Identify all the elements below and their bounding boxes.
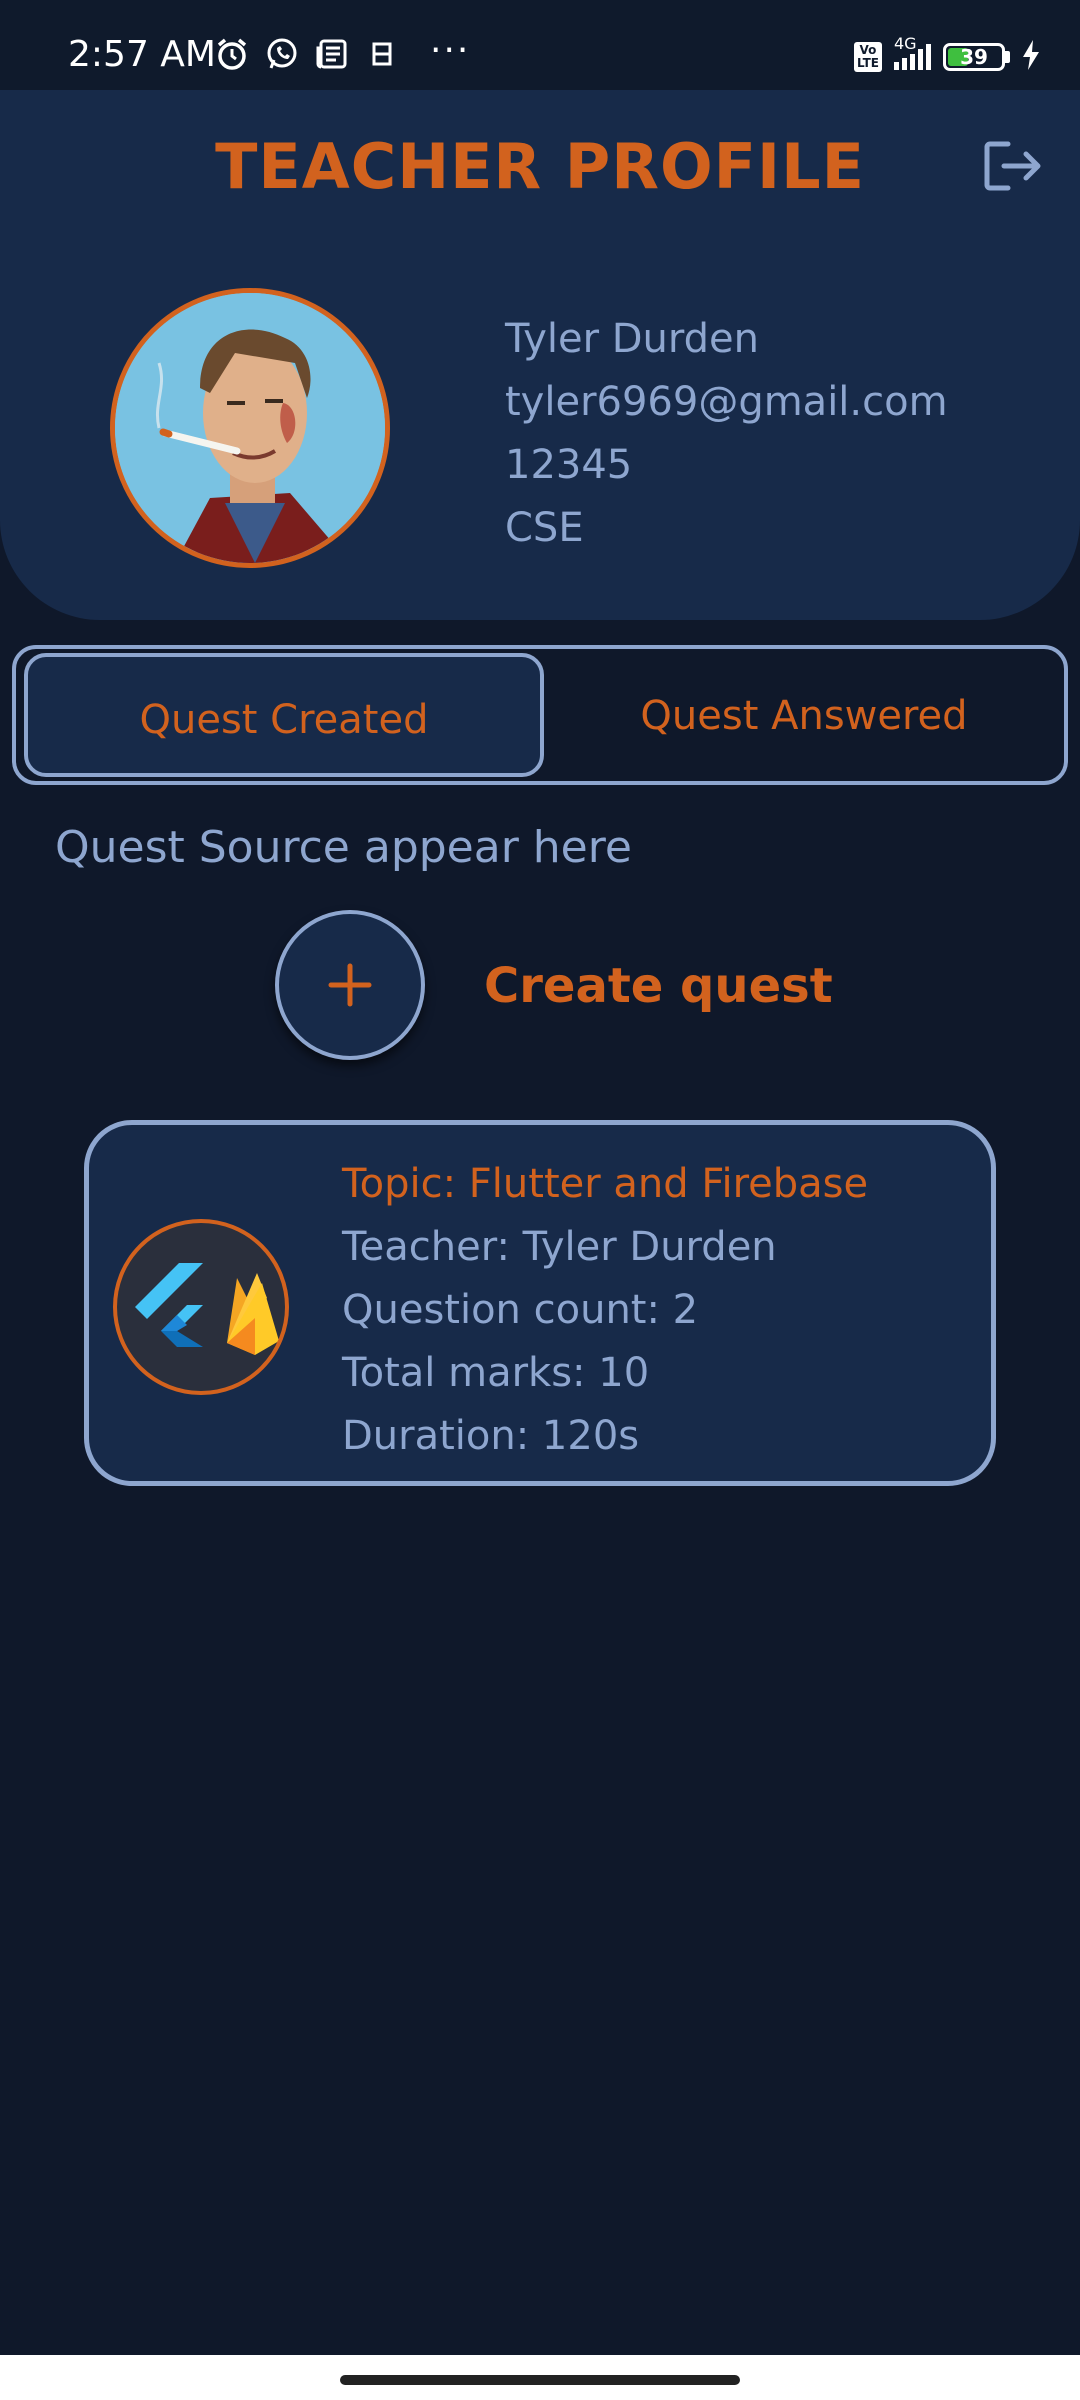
create-quest-button[interactable] xyxy=(275,910,425,1060)
quest-duration: Duration: 120s xyxy=(342,1413,640,1459)
avatar-portrait xyxy=(115,293,385,563)
network-type: 4G xyxy=(894,34,917,53)
status-time: 2:57 AM xyxy=(68,34,216,75)
profile-department: CSE xyxy=(505,505,584,551)
system-navigation-bar xyxy=(0,2355,1080,2400)
quest-topic: Topic: Flutter and Firebase xyxy=(342,1161,869,1207)
create-quest-label[interactable]: Create quest xyxy=(484,958,833,1014)
whatsapp-icon xyxy=(264,36,300,72)
profile-header: TEACHER PROFILE Tyler Durden tyler6969@g… xyxy=(0,90,1080,620)
charging-icon xyxy=(1022,40,1040,74)
alarm-icon xyxy=(214,36,250,72)
profile-email: tyler6969@gmail.com xyxy=(505,379,948,425)
quest-tabs: Quest Created Quest Answered xyxy=(12,645,1068,785)
tab-quest-answered[interactable]: Quest Answered xyxy=(548,653,1060,777)
tab-quest-created-label: Quest Created xyxy=(139,697,429,743)
tab-quest-created[interactable]: Quest Created xyxy=(24,653,544,777)
tab-quest-answered-label: Quest Answered xyxy=(640,693,968,739)
page-title: TEACHER PROFILE xyxy=(215,130,865,203)
quest-total-marks: Total marks: 10 xyxy=(342,1350,650,1396)
quest-details: Topic: Flutter and Firebase Teacher: Tyl… xyxy=(342,1153,868,1468)
status-system-icons: Vo LTE 4G 39 xyxy=(853,34,1040,74)
logout-icon xyxy=(984,141,1041,191)
app-notification-icon xyxy=(364,36,400,72)
home-gesture-handle[interactable] xyxy=(340,2375,740,2385)
avatar[interactable] xyxy=(110,288,390,568)
profile-id: 12345 xyxy=(505,442,633,488)
volte-icon: Vo LTE xyxy=(853,42,882,72)
plus-icon xyxy=(328,963,372,1007)
more-notifications-icon: ··· xyxy=(430,30,471,71)
status-bar: 2:57 AM ··· Vo LTE 4G 39 xyxy=(0,0,1080,90)
logout-button[interactable] xyxy=(982,138,1042,194)
flutter-firebase-logo xyxy=(135,1263,279,1355)
quest-teacher: Teacher: Tyler Durden xyxy=(342,1224,777,1270)
status-notification-icons xyxy=(214,36,400,72)
battery-icon: 39 xyxy=(943,43,1005,71)
quest-source-hint: Quest Source appear here xyxy=(55,822,632,873)
news-icon xyxy=(314,36,350,72)
quest-card[interactable]: Topic: Flutter and Firebase Teacher: Tyl… xyxy=(84,1120,996,1486)
battery-indicator: 39 xyxy=(943,43,1010,71)
signal-icon: 4G xyxy=(894,34,931,70)
profile-info: Tyler Durden tyler6969@gmail.com 12345 C… xyxy=(505,308,948,560)
profile-name: Tyler Durden xyxy=(505,316,760,362)
quest-logo xyxy=(113,1219,289,1395)
quest-question-count: Question count: 2 xyxy=(342,1287,699,1333)
